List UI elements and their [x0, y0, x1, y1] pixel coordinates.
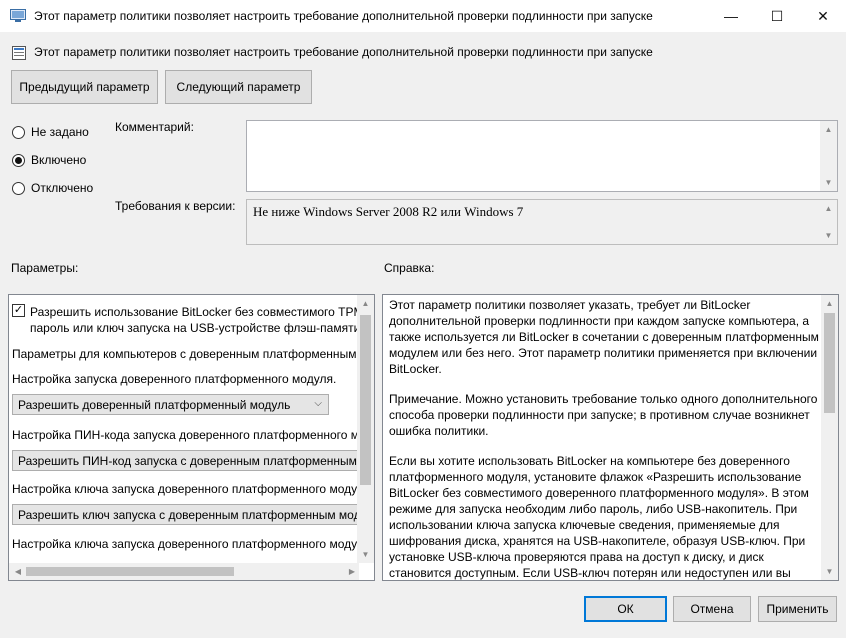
- maximize-button[interactable]: ☐: [754, 0, 800, 32]
- allow-without-tpm-checkbox[interactable]: ✓: [12, 304, 25, 317]
- scroll-right-icon[interactable]: ▶: [345, 563, 359, 580]
- tpm-pin-label: Настройка ПИН-кода запуска доверенного п…: [12, 428, 360, 442]
- options-heading: Параметры:: [11, 261, 79, 275]
- comment-scrollbar[interactable]: ▲ ▼: [820, 121, 837, 191]
- scroll-up-icon[interactable]: ▲: [821, 295, 838, 312]
- scroll-up-icon[interactable]: ▲: [820, 200, 837, 217]
- comment-value: [247, 121, 837, 127]
- supported-on-label: Требования к версии:: [115, 199, 236, 213]
- scroll-up-icon[interactable]: ▲: [820, 121, 837, 138]
- radio-indicator[interactable]: [12, 153, 25, 167]
- scroll-down-icon[interactable]: ▼: [820, 227, 837, 244]
- supported-on-field: Не ниже Windows Server 2008 R2 или Windo…: [246, 199, 838, 245]
- tpm-pin-dropdown[interactable]: Разрешить ПИН-код запуска с доверенным п…: [12, 450, 372, 471]
- help-paragraph: Этот параметр политики позволяет указать…: [389, 298, 819, 376]
- radio-enabled[interactable]: Включено: [12, 153, 86, 167]
- tpm-key-pin-label: Настройка ключа запуска доверенного плат…: [12, 537, 358, 551]
- scroll-left-icon[interactable]: ◀: [11, 563, 25, 580]
- options-vertical-scrollbar[interactable]: ▲ ▼: [357, 295, 374, 563]
- policy-title: Этот параметр политики позволяет настрои…: [34, 45, 653, 59]
- close-icon: ✕: [817, 7, 829, 24]
- radio-indicator[interactable]: [12, 181, 25, 195]
- tpm-startup-label: Настройка запуска доверенного платформен…: [12, 372, 337, 386]
- maximize-icon: ☐: [770, 7, 784, 24]
- cancel-button[interactable]: Отмена: [673, 596, 751, 622]
- next-setting-button[interactable]: Следующий параметр: [165, 70, 312, 104]
- previous-setting-button[interactable]: Предыдущий параметр: [11, 70, 158, 104]
- comment-field[interactable]: ▲ ▼: [246, 120, 838, 192]
- scroll-up-icon[interactable]: ▲: [357, 295, 374, 312]
- chevron-down-icon: ⌵: [314, 398, 322, 409]
- supported-on-value: Не ниже Windows Server 2008 R2 или Windo…: [253, 204, 524, 219]
- radio-label: Включено: [31, 153, 87, 167]
- scroll-down-icon[interactable]: ▼: [820, 174, 837, 191]
- scroll-down-icon[interactable]: ▼: [357, 546, 374, 563]
- minimize-icon: —: [724, 8, 738, 24]
- scroll-thumb[interactable]: [26, 567, 234, 576]
- radio-disabled[interactable]: Отключено: [12, 181, 93, 195]
- help-text: Этот параметр политики позволяет указать…: [389, 297, 819, 580]
- options-horizontal-scrollbar[interactable]: ◀ ▶: [9, 563, 359, 580]
- radio-not-configured[interactable]: Не задано: [12, 125, 89, 139]
- tpm-startup-dropdown[interactable]: Разрешить доверенный платформенный модул…: [12, 394, 329, 415]
- scroll-thumb[interactable]: [360, 315, 371, 485]
- help-heading: Справка:: [384, 261, 435, 275]
- radio-label: Не задано: [31, 125, 89, 139]
- radio-indicator[interactable]: [12, 125, 25, 139]
- options-pane: ✓ Разрешить использование BitLocker без …: [8, 294, 375, 581]
- policy-setting-icon: [11, 45, 27, 61]
- tpm-key-value: Разрешить ключ запуска с доверенным плат…: [18, 507, 361, 522]
- tpm-computers-label: Параметры для компьютеров с доверенным п…: [12, 347, 357, 361]
- comment-label: Комментарий:: [115, 120, 194, 134]
- apply-button[interactable]: Применить: [758, 596, 837, 622]
- minimize-button[interactable]: —: [708, 0, 754, 32]
- title-bar: Этот параметр политики позволяет настрои…: [0, 0, 846, 33]
- supported-scrollbar[interactable]: ▲ ▼: [820, 200, 837, 244]
- help-paragraph: Если вы хотите использовать BitLocker на…: [389, 454, 809, 580]
- close-button[interactable]: ✕: [800, 0, 846, 32]
- help-vertical-scrollbar[interactable]: ▲ ▼: [821, 295, 838, 580]
- allow-without-tpm-option[interactable]: ✓ Разрешить использование BitLocker без …: [12, 304, 364, 336]
- window-title: Этот параметр политики позволяет настрои…: [34, 9, 653, 23]
- scroll-down-icon[interactable]: ▼: [821, 563, 838, 580]
- help-paragraph: Примечание. Можно установить требование …: [389, 392, 818, 438]
- radio-label: Отключено: [31, 181, 94, 195]
- scroll-thumb[interactable]: [824, 313, 835, 413]
- tpm-key-dropdown[interactable]: Разрешить ключ запуска с доверенным плат…: [12, 504, 372, 525]
- option-line: Разрешить использование BitLocker без со…: [30, 305, 364, 319]
- tpm-pin-value: Разрешить ПИН-код запуска с доверенным п…: [18, 453, 357, 468]
- help-pane: Этот параметр политики позволяет указать…: [382, 294, 839, 581]
- tpm-key-label: Настройка ключа запуска доверенного плат…: [12, 482, 358, 496]
- tpm-startup-value: Разрешить доверенный платформенный модул…: [18, 397, 291, 412]
- ok-button[interactable]: ОК: [584, 596, 667, 622]
- option-line: пароль или ключ запуска на USB-устройств…: [30, 321, 365, 335]
- policy-app-icon: [10, 9, 26, 23]
